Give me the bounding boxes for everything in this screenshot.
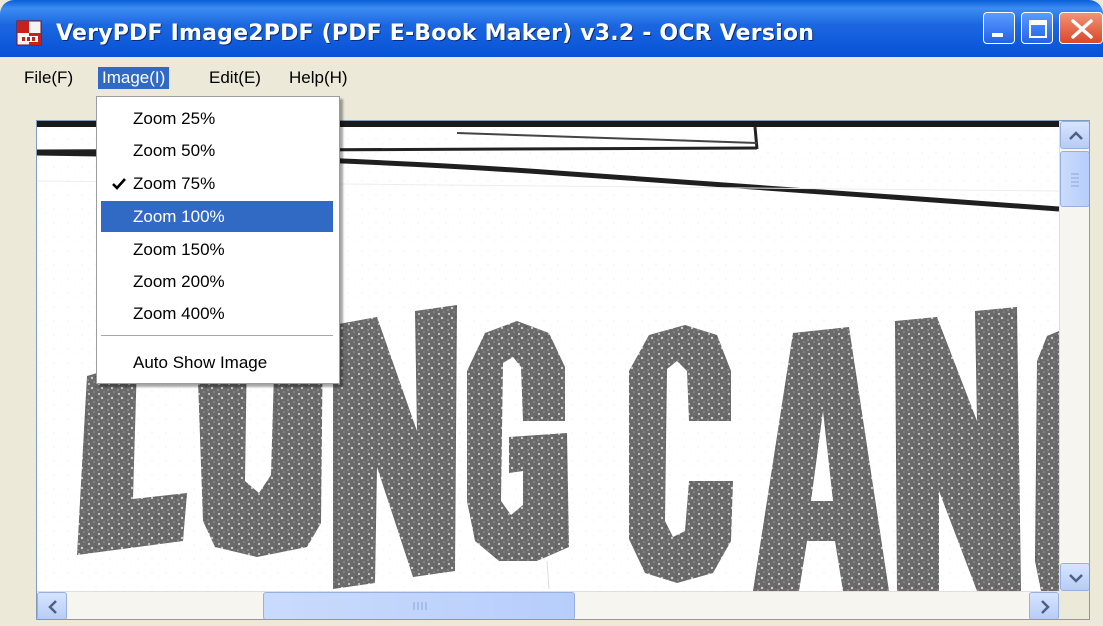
- menu-item-label: Zoom 150%: [133, 240, 225, 259]
- minimize-button[interactable]: [983, 12, 1015, 44]
- grip-icon: [1071, 173, 1079, 187]
- scroll-up-button[interactable]: [1060, 121, 1089, 149]
- menu-file[interactable]: File(F): [20, 67, 77, 89]
- scroll-down-button[interactable]: [1060, 563, 1089, 591]
- menu-image[interactable]: Image(I): [98, 67, 170, 89]
- scroll-right-button[interactable]: [1029, 592, 1059, 619]
- menu-item-zoom-25[interactable]: Zoom 25%: [101, 103, 333, 134]
- menu-item-label: Auto Show Image: [133, 353, 268, 372]
- menu-item-zoom-50[interactable]: Zoom 50%: [101, 135, 333, 166]
- menu-item-label: Zoom 100%: [133, 207, 225, 226]
- menu-item-zoom-75[interactable]: Zoom 75%: [101, 168, 333, 199]
- menu-item-zoom-400[interactable]: Zoom 400%: [101, 298, 333, 329]
- pdf-app-icon: [16, 20, 42, 46]
- arrow-right-icon: [1041, 600, 1050, 614]
- menu-help[interactable]: Help(H): [285, 67, 352, 89]
- arrow-left-icon: [48, 600, 57, 614]
- scroll-left-button[interactable]: [37, 592, 67, 619]
- menu-item-label: Zoom 50%: [133, 141, 216, 160]
- close-button[interactable]: [1059, 12, 1103, 44]
- arrow-down-icon: [1069, 574, 1083, 583]
- menu-edit[interactable]: Edit(E): [205, 67, 265, 89]
- menu-item-zoom-100[interactable]: Zoom 100%: [101, 201, 333, 232]
- menu-item-label: Zoom 25%: [133, 109, 216, 128]
- menu-item-label: Zoom 400%: [133, 304, 225, 323]
- grip-icon: [413, 602, 427, 610]
- menu-item-label: Zoom 200%: [133, 272, 225, 291]
- arrow-up-icon: [1069, 131, 1083, 140]
- menu-separator: [101, 335, 333, 337]
- image-menu-dropdown: Zoom 25% Zoom 50% Zoom 75% Zoom 100% Zoo…: [96, 96, 340, 384]
- menu-item-auto-show-image[interactable]: Auto Show Image: [101, 347, 333, 378]
- horizontal-scrollbar[interactable]: [37, 591, 1059, 619]
- vertical-scroll-thumb[interactable]: [1060, 151, 1089, 207]
- menu-item-label: Zoom 75%: [133, 174, 216, 193]
- app-window: VeryPDF Image2PDF (PDF E-Book Maker) v3.…: [0, 0, 1103, 626]
- maximize-icon: [1029, 20, 1047, 38]
- maximize-button[interactable]: [1021, 12, 1053, 44]
- close-icon: [1071, 19, 1093, 39]
- minimize-icon: [992, 33, 1003, 37]
- vertical-scrollbar[interactable]: [1059, 121, 1089, 591]
- menu-bar: File(F) Image(I) Edit(E) Help(H): [0, 57, 1103, 97]
- menu-item-zoom-150[interactable]: Zoom 150%: [101, 234, 333, 265]
- scrollbar-corner: [1059, 591, 1089, 619]
- horizontal-scroll-thumb[interactable]: [263, 592, 575, 619]
- window-title: VeryPDF Image2PDF (PDF E-Book Maker) v3.…: [56, 21, 815, 46]
- menu-item-zoom-200[interactable]: Zoom 200%: [101, 266, 333, 297]
- checkmark-icon: [112, 178, 126, 190]
